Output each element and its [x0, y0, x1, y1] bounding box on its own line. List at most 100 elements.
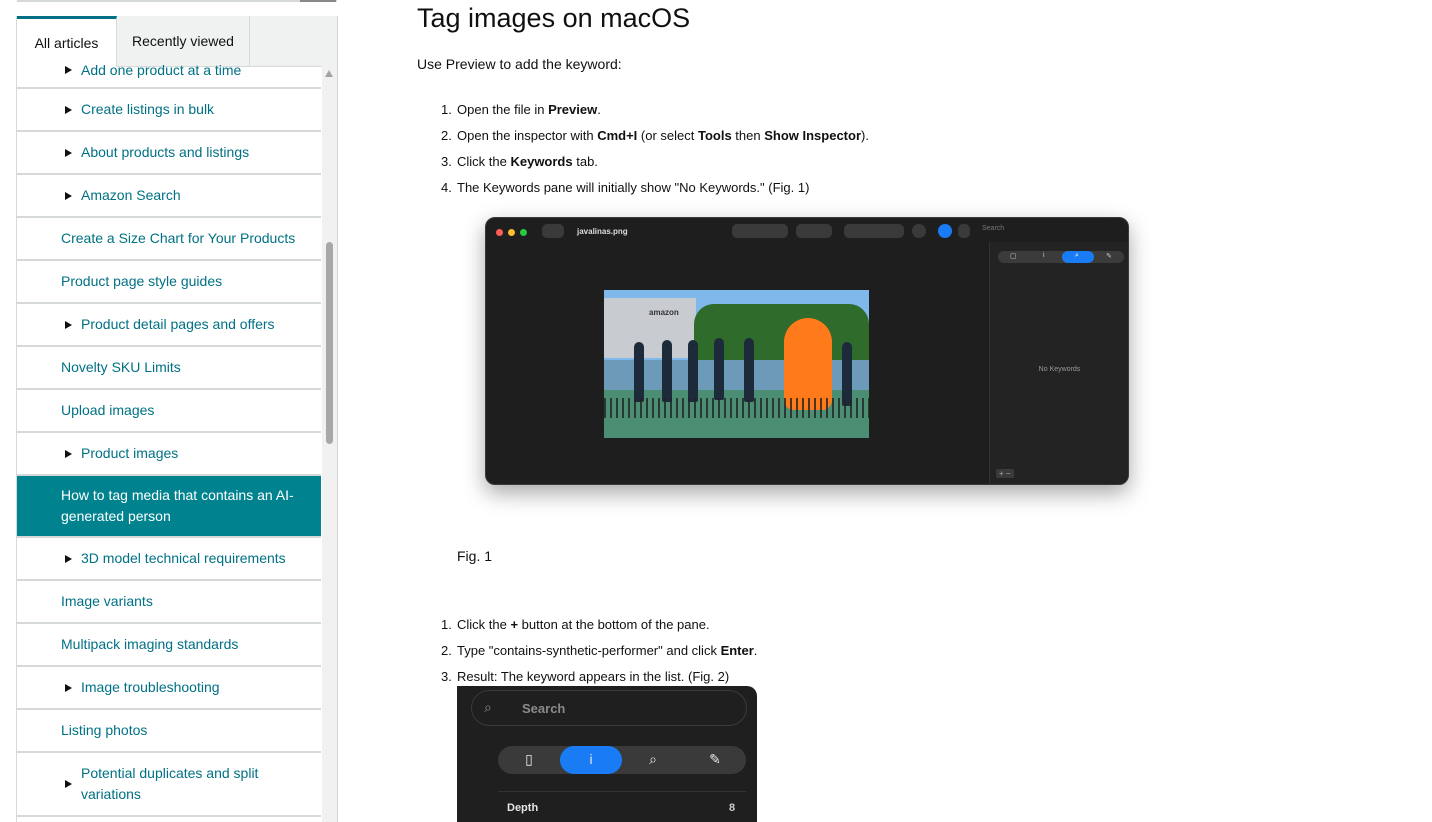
pencil-icon: ✎ — [1106, 253, 1112, 260]
scroll-up-arrow-icon[interactable] — [325, 70, 333, 77]
nav-item-label: Multipack imaging standards — [61, 636, 239, 652]
pencil-icon: ✎ — [709, 751, 721, 767]
minimize-dot-icon — [508, 229, 515, 236]
step-text: Click the — [457, 617, 511, 632]
nav-item-potential-duplicates[interactable]: Potential duplicates and split variation… — [17, 753, 321, 817]
depth-value: 8 — [729, 802, 736, 814]
info-icon: i — [589, 751, 593, 767]
nav-item-label: 3D model technical requirements — [81, 550, 286, 566]
nav-item-size-chart[interactable]: Create a Size Chart for Your Products — [17, 218, 321, 261]
step-text: Click the — [457, 154, 511, 169]
nav-item-tag-ai-media[interactable]: How to tag media that contains an AI-gen… — [17, 476, 321, 538]
step-text: . — [753, 643, 758, 658]
list-item: 4. The Keywords pane will initially show … — [417, 175, 869, 201]
step-bold: + — [510, 617, 519, 632]
nav-item-label: Product images — [81, 445, 179, 461]
step-bold: Keywords — [510, 154, 573, 169]
expand-arrow-icon[interactable] — [65, 105, 72, 114]
expand-arrow-icon[interactable] — [65, 780, 72, 788]
document-icon: ▢ — [1010, 253, 1017, 260]
expand-arrow-icon[interactable] — [65, 554, 72, 563]
page-title: Tag images on macOS — [417, 3, 691, 33]
nav-item-label: Create listings in bulk — [81, 101, 215, 117]
nav-item-amazon-search[interactable]: Amazon Search — [17, 175, 321, 218]
divider — [498, 791, 746, 792]
photo-person — [842, 342, 852, 406]
nav-item-3d-model[interactable]: 3D model technical requirements — [17, 538, 321, 581]
depth-label: Depth — [507, 802, 539, 814]
nav-item-novelty-sku[interactable]: Novelty SKU Limits — [17, 347, 321, 390]
photo-mascot — [784, 318, 832, 410]
step-bold: Enter — [720, 643, 754, 658]
inspector-screenshot-2: ⌕ Search ▯ i ⌕ ✎ Depth 8 — [457, 686, 757, 822]
expand-arrow-icon[interactable] — [65, 66, 72, 74]
step-number: 3. — [441, 154, 452, 169]
step-number: 2. — [441, 128, 452, 143]
nav-item-image-variants[interactable]: Image variants — [17, 581, 321, 624]
close-dot-icon — [496, 229, 503, 236]
step-text: ). — [861, 128, 869, 143]
step-text: The Keywords pane will initially show "N… — [457, 180, 810, 195]
no-keywords-label: No Keywords — [1038, 366, 1081, 373]
nav-item-label: Novelty SKU Limits — [61, 359, 181, 375]
step-number: 3. — [441, 669, 452, 684]
nav-item-label: Product detail pages and offers — [81, 316, 275, 332]
inspector-search-field: ⌕ Search — [471, 690, 747, 726]
nav-item-image-troubleshooting[interactable]: Image troubleshooting — [17, 667, 321, 710]
search-placeholder: Search — [522, 701, 566, 716]
step-text: then — [731, 128, 765, 143]
nav-item-about-products[interactable]: About products and listings — [17, 132, 321, 175]
search-icon: ⌕ — [649, 751, 657, 767]
step-text: Open the file in — [457, 102, 549, 117]
nav-item-detail-pages[interactable]: Product detail pages and offers — [17, 304, 321, 347]
nav-item-product-images[interactable]: Product images — [17, 433, 321, 476]
steps-list-2: 1. Click the + button at the bottom of th… — [417, 612, 757, 690]
list-item: 3. Click the Keywords tab. — [417, 149, 869, 175]
nav-item-add-one-product[interactable]: Add one product at a time — [17, 53, 321, 89]
photo-net — [604, 398, 869, 418]
nav-item-multipack[interactable]: Multipack imaging standards — [17, 624, 321, 667]
nav-item-label: Image variants — [61, 593, 153, 609]
expand-arrow-icon[interactable] — [65, 320, 72, 329]
document-icon: ▯ — [525, 751, 533, 767]
photo-person — [634, 342, 644, 402]
nav-item-create-listings-bulk[interactable]: Create listings in bulk — [17, 89, 321, 132]
step-number: 2. — [441, 643, 452, 658]
nav-item-label: Create a Size Chart for Your Products — [61, 230, 296, 246]
nav-item-upload-images[interactable]: Upload images — [17, 390, 321, 433]
expand-arrow-icon[interactable] — [65, 683, 72, 692]
photo-building: amazon — [604, 298, 696, 358]
sidebar-scrollbar[interactable] — [322, 66, 337, 822]
scrollbar-thumb[interactable] — [326, 242, 333, 444]
top-divider — [17, 0, 337, 2]
step-number: 1. — [441, 617, 452, 632]
step-bold: Tools — [697, 128, 732, 143]
step-text: . — [597, 102, 601, 117]
article-content: Tag images on macOS Use Preview to add t… — [417, 0, 1377, 822]
list-item: 1. Open the file in Preview. — [417, 97, 869, 123]
expand-arrow-icon[interactable] — [65, 148, 72, 157]
search-icon: ⌕ — [1075, 252, 1079, 259]
search-icon: ⌕ — [484, 699, 492, 715]
crop-tools-icon — [844, 224, 904, 238]
top-divider-accent — [300, 0, 336, 2]
step-number: 1. — [441, 102, 452, 117]
nav-item-label: Upload images — [61, 402, 155, 418]
step-text: (or select — [637, 128, 698, 143]
photo-person — [662, 340, 672, 402]
sidebar-toggle-icon — [542, 224, 564, 238]
step-text: Open the inspector with — [457, 128, 598, 143]
share-icon — [958, 224, 970, 238]
window-filename: javalinas.png — [577, 227, 628, 236]
nav-item-style-guides[interactable]: Product page style guides — [17, 261, 321, 304]
nav-item-label: Product page style guides — [61, 273, 223, 289]
inspector-search-input: Search — [982, 225, 1005, 232]
annotate-icon — [912, 224, 926, 238]
info-icon: i — [1043, 252, 1045, 259]
expand-arrow-icon[interactable] — [65, 191, 72, 200]
step-text: Type "contains-synthetic-performer" and … — [457, 643, 721, 658]
nav-item-listing-photos[interactable]: Listing photos — [17, 710, 321, 753]
expand-arrow-icon[interactable] — [65, 449, 72, 458]
zoom-dot-icon — [520, 229, 527, 236]
step-bold: Show Inspector — [764, 128, 862, 143]
